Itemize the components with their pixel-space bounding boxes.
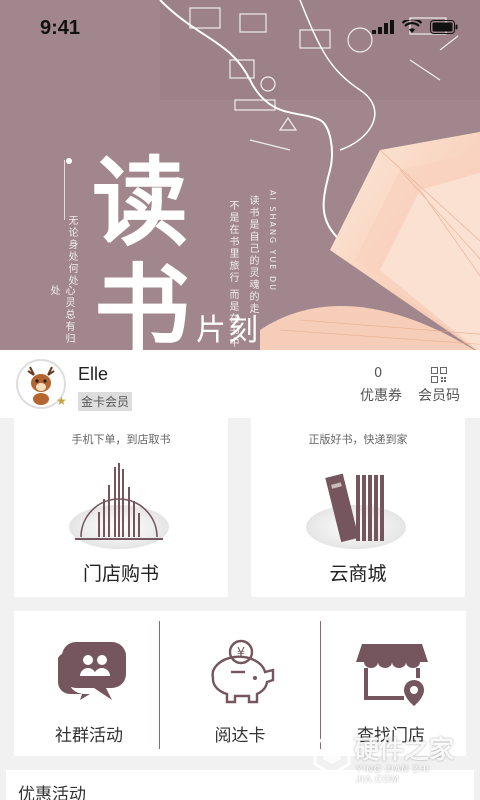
user-name: Elle — [78, 364, 109, 384]
divider — [159, 621, 160, 749]
profile-bar: ★ Elle 金卡会员 0 优惠券 会员码 — [0, 350, 480, 418]
member-level-badge: 金卡会员 — [78, 392, 133, 411]
card-subtitle: 手机下单，到店取书 — [71, 433, 171, 446]
card-title: 门店购书 — [82, 563, 159, 585]
hero-vertical-text-4: 不是在书里旅行 而是在书中 — [227, 200, 238, 350]
hero-vertical-text-2: 心灵总有归处 — [48, 285, 74, 345]
hero-vertical-text-5: AI SHANG YUE DU — [268, 190, 277, 293]
hero-vertical-text-1: 无论身处何处 — [66, 215, 77, 287]
hero-vertical-text-3: 读书是自己的灵魂的走 — [247, 195, 258, 315]
building-icon — [75, 463, 163, 540]
open-book-illustration — [260, 131, 480, 350]
watermark-text: 硬件之家 — [354, 735, 455, 764]
books-icon — [325, 473, 384, 543]
promo-title: 优惠活动 — [18, 785, 86, 800]
online-mall-card[interactable]: 正版好书，快递到家 云商城 — [251, 417, 465, 597]
battery-icon — [430, 20, 458, 34]
community-activity-button[interactable]: 社群活动 — [14, 611, 164, 756]
feature-label: 社群活动 — [55, 726, 123, 746]
store-purchase-card[interactable]: 手机下单，到店取书 门店购书 — [14, 417, 228, 597]
card-title: 云商城 — [329, 563, 387, 585]
watermark: 硬件之家 YING JIAN ZHI JIA.COM — [308, 726, 476, 784]
reading-card-button[interactable]: ¥ 阅达卡 — [165, 611, 315, 756]
hero-title-char-2: 书 — [94, 253, 190, 350]
svg-text:¥: ¥ — [237, 646, 245, 661]
status-time: 9:41 — [40, 17, 81, 39]
status-bar: 9:41 — [0, 0, 480, 56]
watermark-logo-icon — [313, 732, 351, 776]
watermark-subtext: YING JIAN ZHI JIA.COM — [356, 764, 431, 784]
feature-label: 阅达卡 — [214, 726, 266, 746]
card-subtitle: 正版好书，快递到家 — [308, 433, 408, 446]
community-chat-icon — [58, 642, 126, 700]
member-code-button[interactable]: 会员码 — [418, 385, 460, 405]
piggy-bank-icon: ¥ — [211, 639, 275, 704]
status-icons — [372, 20, 458, 34]
coupon-button[interactable]: 优惠券 — [360, 385, 402, 405]
vip-star-icon: ★ — [56, 394, 67, 408]
signal-icon — [372, 20, 394, 34]
hero-dot — [66, 158, 72, 164]
store-location-icon — [356, 644, 428, 706]
wifi-icon — [402, 20, 422, 33]
hero-rule — [64, 160, 65, 220]
qr-code-icon[interactable] — [431, 367, 447, 383]
coupon-count[interactable]: 0 — [374, 366, 382, 381]
